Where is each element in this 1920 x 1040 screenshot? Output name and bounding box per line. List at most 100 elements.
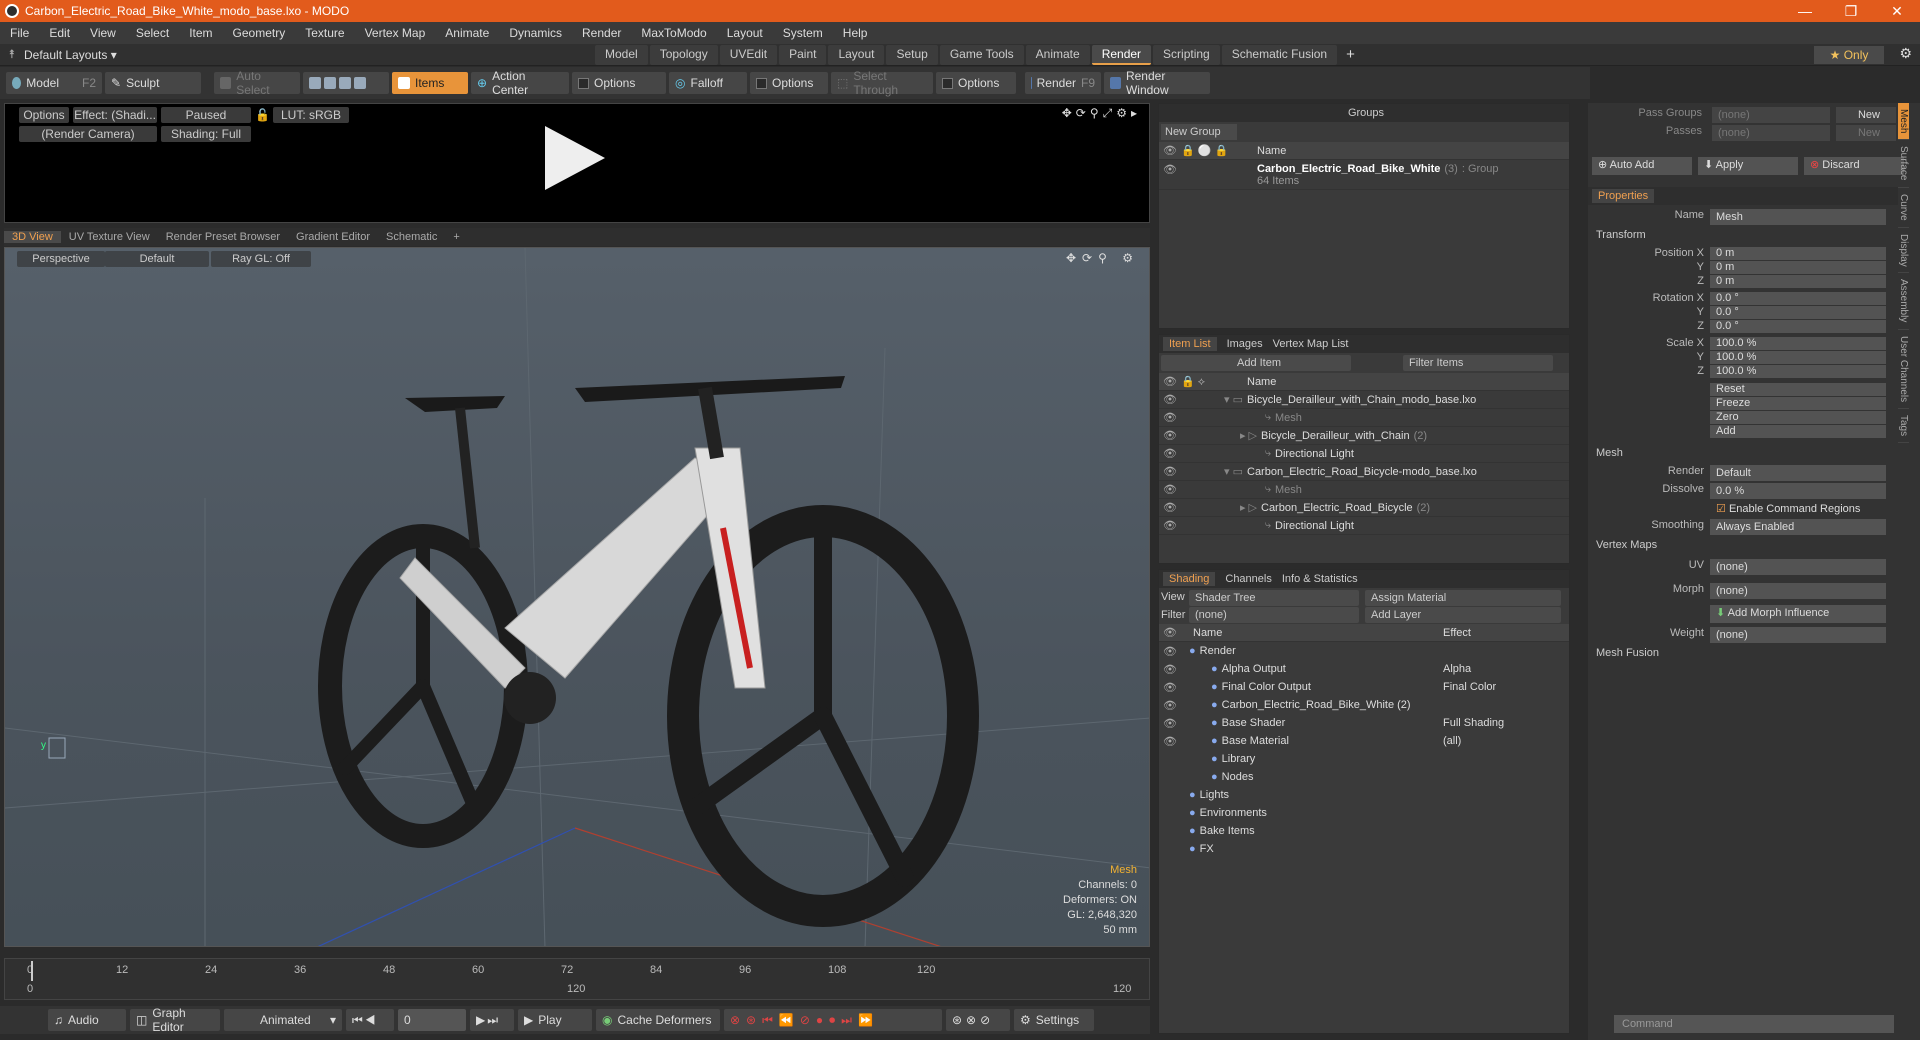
new-pass-group-button[interactable]: New xyxy=(1836,107,1896,123)
sculpt-button[interactable]: ✎ Sculpt xyxy=(105,72,201,94)
menu-animate[interactable]: Animate xyxy=(435,26,499,40)
transform-input[interactable]: 0 m xyxy=(1710,247,1886,260)
add-item-dropdown[interactable]: Add Item xyxy=(1161,355,1351,371)
preview-options-button[interactable]: Options xyxy=(19,107,69,123)
itemlist-tab-2[interactable]: Vertex Map List xyxy=(1273,338,1349,350)
frame-input[interactable]: 0 xyxy=(398,1009,466,1031)
eye-icon[interactable]: 👁 xyxy=(1159,447,1181,460)
ecr-checkbox[interactable]: ☑ Enable Command Regions xyxy=(1710,501,1886,517)
item-row[interactable]: 👁 ▸ ▷ Carbon_Electric_Road_Bicycle (2) xyxy=(1159,499,1569,517)
shader-row[interactable]: 👁 ● Render xyxy=(1159,642,1569,660)
shading-tab-1[interactable]: Channels xyxy=(1225,573,1271,585)
tab-scripting[interactable]: Scripting xyxy=(1153,44,1220,65)
render-button[interactable]: Render F9 xyxy=(1025,72,1101,94)
tab-model[interactable]: Model xyxy=(595,44,648,65)
tab-animate[interactable]: Animate xyxy=(1025,44,1090,65)
menu-maxtomodo[interactable]: MaxToModo xyxy=(631,26,716,40)
animated-dropdown[interactable]: Animated ▾ xyxy=(224,1009,342,1031)
polygon-icon[interactable] xyxy=(339,77,351,89)
vp-tab-gradient-editor[interactable]: Gradient Editor xyxy=(288,231,378,243)
eye-icon[interactable]: 👁 xyxy=(1159,519,1181,532)
eye-icon[interactable]: 👁 xyxy=(1159,501,1181,514)
dissolve-input[interactable]: 0.0 % xyxy=(1710,483,1886,499)
edge-icon[interactable] xyxy=(324,77,336,89)
vertex-maps-section[interactable]: Vertex Maps xyxy=(1596,539,1657,551)
shading-tab-0[interactable]: Shading xyxy=(1163,572,1216,586)
tab-topology[interactable]: Topology xyxy=(649,44,718,65)
command-input[interactable]: Command xyxy=(1614,1015,1894,1033)
graph-editor-button[interactable]: ◫ Graph Editor xyxy=(130,1006,220,1034)
assign-material-dropdown[interactable]: Assign Material xyxy=(1365,590,1561,606)
smoothing-dropdown[interactable]: Always Enabled xyxy=(1710,519,1886,535)
shading-dropdown[interactable]: Shading: Full xyxy=(161,126,251,142)
vp-tab-3d-view[interactable]: 3D View xyxy=(4,231,61,243)
only-button[interactable]: ★ Only xyxy=(1814,46,1884,64)
properties-tab[interactable]: Properties xyxy=(1592,189,1655,203)
item-row[interactable]: 👁 ▾ ▭ Bicycle_Derailleur_with_Chain_modo_b… xyxy=(1159,391,1569,409)
shader-row[interactable]: 👁 ● Carbon_Electric_Road_Bike_White (2) xyxy=(1159,696,1569,714)
render-window-button[interactable]: Render Window xyxy=(1104,69,1210,97)
vp-tab-uv-texture-view[interactable]: UV Texture View xyxy=(61,231,158,243)
item-row[interactable]: 👁 ▾ ▭ Carbon_Electric_Road_Bicycle-modo_ba… xyxy=(1159,463,1569,481)
eye-icon[interactable]: 👁 xyxy=(1159,717,1181,730)
items-button[interactable]: Items xyxy=(392,72,468,94)
menu-system[interactable]: System xyxy=(773,26,833,40)
side-tab-mesh[interactable]: Mesh xyxy=(1898,103,1909,141)
eye-icon[interactable]: 👁 xyxy=(1159,681,1181,694)
3d-viewport[interactable]: Perspective Default Ray GL: Off ✥⟳⚲ ⚙ y … xyxy=(4,247,1150,947)
transform-input[interactable]: 0 m xyxy=(1710,261,1886,274)
transform-input[interactable]: 0.0 ° xyxy=(1710,292,1886,305)
playhead[interactable] xyxy=(31,961,33,981)
filter-dropdown[interactable]: (none) xyxy=(1189,607,1359,623)
timeline[interactable]: 012243648607284961081200120120 xyxy=(4,958,1150,1000)
cache-deformers-button[interactable]: ◉ Cache Deformers xyxy=(596,1009,720,1031)
shading-tab-2[interactable]: Info & Statistics xyxy=(1282,573,1358,585)
action-dropdown-reset[interactable]: Reset xyxy=(1710,383,1886,396)
vp-tab-schematic[interactable]: Schematic xyxy=(378,231,445,243)
play-button[interactable]: ▶ Play xyxy=(518,1009,592,1031)
side-tab-tags[interactable]: Tags xyxy=(1898,409,1909,444)
lut-dropdown[interactable]: LUT: sRGB xyxy=(273,107,349,123)
item-row[interactable]: 👁 ⤷ Directional Light xyxy=(1159,517,1569,535)
audio-button[interactable]: ♫ Audio xyxy=(48,1009,126,1031)
select-options-checkbox[interactable] xyxy=(942,77,953,89)
add-layer-dropdown[interactable]: Add Layer xyxy=(1365,607,1561,623)
shader-row[interactable]: ● Nodes xyxy=(1159,768,1569,786)
tab-uvedit[interactable]: UVEdit xyxy=(719,44,778,65)
transform-input[interactable]: 0.0 ° xyxy=(1710,320,1886,333)
menu-render[interactable]: Render xyxy=(572,26,631,40)
menu-view[interactable]: View xyxy=(80,26,126,40)
side-tab-user-channels[interactable]: User Channels xyxy=(1898,330,1909,409)
menu-dynamics[interactable]: Dynamics xyxy=(499,26,572,40)
menu-item[interactable]: Item xyxy=(179,26,222,40)
falloff-button[interactable]: ◎ Falloff xyxy=(669,72,747,94)
eye-icon[interactable]: 👁 xyxy=(1159,663,1181,676)
vertex-icon[interactable] xyxy=(309,77,321,89)
eye-icon[interactable]: 👁 xyxy=(1159,163,1181,176)
select-through-button[interactable]: ⬚ Select Through xyxy=(831,69,933,97)
key-icons[interactable]: ⊗⊛⏮⏪⊘●⏺⏭⏩ xyxy=(724,1009,942,1031)
side-tab-curve[interactable]: Curve xyxy=(1898,188,1909,228)
auto-add-button[interactable]: ⊕ Auto Add xyxy=(1592,157,1692,175)
item-row[interactable]: 👁 ⤷ Mesh xyxy=(1159,481,1569,499)
passes-dropdown[interactable]: (none) xyxy=(1712,125,1830,141)
restore-icon[interactable]: ❐ xyxy=(1828,3,1874,20)
menu-edit[interactable]: Edit xyxy=(39,26,80,40)
menu-help[interactable]: Help xyxy=(833,26,878,40)
eye-icon[interactable]: 👁 xyxy=(1159,699,1181,712)
new-group-button[interactable]: New Group xyxy=(1161,124,1237,140)
selection-mode-icons[interactable] xyxy=(303,72,389,94)
add-morph-button[interactable]: ⬇ Add Morph Influence xyxy=(1710,605,1886,623)
falloff-options-checkbox[interactable] xyxy=(756,77,767,89)
tab-render[interactable]: Render xyxy=(1091,44,1152,65)
shader-row[interactable]: 👁 ● Base Shader Full Shading xyxy=(1159,714,1569,732)
side-tab-surface[interactable]: Surface xyxy=(1898,140,1909,188)
falloff-options-button[interactable]: Options xyxy=(750,72,828,94)
eye-icon[interactable]: 👁 xyxy=(1159,429,1181,442)
eye-icon[interactable]: 👁 xyxy=(1159,465,1181,478)
menu-vertex-map[interactable]: Vertex Map xyxy=(355,26,436,40)
menu-texture[interactable]: Texture xyxy=(295,26,354,40)
pass-groups-dropdown[interactable]: (none) xyxy=(1712,107,1830,123)
menu-file[interactable]: File xyxy=(0,26,39,40)
itemlist-tab-1[interactable]: Images xyxy=(1227,338,1263,350)
